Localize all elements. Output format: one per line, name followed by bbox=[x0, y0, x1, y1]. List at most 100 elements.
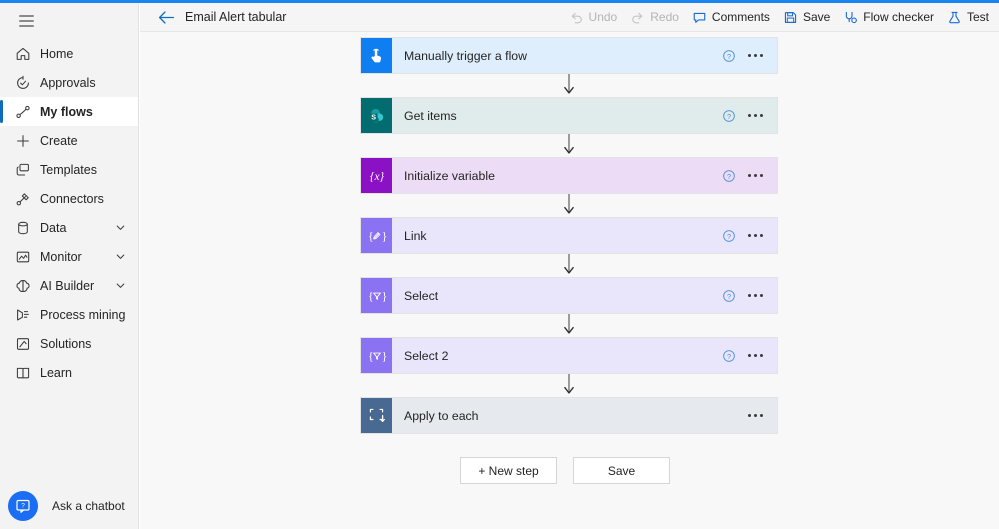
node-title: Select bbox=[404, 288, 439, 303]
sidebar-item-ai-builder[interactable]: AI Builder bbox=[0, 271, 138, 300]
chevron-down-icon bbox=[116, 225, 125, 230]
process-mining-icon bbox=[14, 306, 31, 323]
variable-icon: {x} bbox=[361, 158, 392, 193]
flow-node-select-2[interactable]: {} Select 2? bbox=[360, 337, 778, 374]
sharepoint-icon: S bbox=[369, 108, 383, 123]
svg-text:?: ? bbox=[21, 502, 25, 509]
node-body: Select? bbox=[392, 278, 777, 313]
node-title: Select 2 bbox=[404, 348, 449, 363]
help-icon[interactable]: ? bbox=[722, 49, 736, 63]
help-icon: ? bbox=[723, 289, 735, 302]
chatbot-icon: ? bbox=[8, 491, 38, 521]
svg-text:{: { bbox=[368, 290, 374, 302]
sidebar-item-process-mining[interactable]: Process mining bbox=[0, 300, 138, 329]
node-actions: ? bbox=[722, 349, 777, 363]
help-icon[interactable]: ? bbox=[722, 349, 736, 363]
command-toolbar: Email Alert tabular Undo Redo Comments Save… bbox=[140, 3, 999, 32]
svg-text:{: { bbox=[368, 350, 374, 362]
sidebar-item-templates[interactable]: Templates bbox=[0, 155, 138, 184]
help-icon[interactable]: ? bbox=[722, 229, 736, 243]
sidebar-item-approvals[interactable]: Approvals bbox=[0, 68, 138, 97]
flow-connector-arrow bbox=[564, 74, 574, 94]
flow-node-manually-trigger-a-flow[interactable]: Manually trigger a flow? bbox=[360, 37, 778, 74]
node-body: Initialize variable? bbox=[392, 158, 777, 193]
test-button[interactable]: Test bbox=[947, 10, 989, 25]
menu-toggle-button[interactable] bbox=[4, 8, 48, 34]
new-step-button[interactable]: + New step bbox=[460, 457, 557, 484]
ask-a-chatbot-button[interactable]: ? Ask a chatbot bbox=[8, 491, 125, 521]
node-actions: ? bbox=[722, 229, 777, 243]
sidebar-item-label: Solutions bbox=[40, 336, 92, 351]
power-automate-designer: Home Approvals My flows Create Templates Conn… bbox=[0, 0, 999, 529]
flow-node-initialize-variable[interactable]: {x} Initialize variable? bbox=[360, 157, 778, 194]
chevron-down-icon[interactable] bbox=[115, 251, 126, 262]
sidebar-item-label: Templates bbox=[40, 162, 97, 177]
svg-text:?: ? bbox=[727, 291, 731, 300]
node-menu-button[interactable] bbox=[748, 354, 763, 357]
help-icon: ? bbox=[723, 229, 735, 242]
database-icon bbox=[17, 221, 28, 234]
sidebar-item-my-flows[interactable]: My flows bbox=[0, 97, 138, 126]
sidebar-item-data[interactable]: Data bbox=[0, 213, 138, 242]
sidebar-item-label: Process mining bbox=[40, 307, 126, 322]
help-icon[interactable]: ? bbox=[722, 109, 736, 123]
chevron-down-icon[interactable] bbox=[115, 280, 126, 291]
command-label: Redo bbox=[650, 10, 679, 24]
node-menu-button[interactable] bbox=[748, 114, 763, 117]
node-menu-button[interactable] bbox=[748, 414, 763, 417]
save-button[interactable]: Save bbox=[573, 457, 670, 484]
svg-text:?: ? bbox=[727, 171, 731, 180]
comments-button[interactable]: Comments bbox=[692, 10, 770, 25]
manual-trigger-icon bbox=[371, 48, 382, 63]
process-mining-icon bbox=[16, 308, 29, 321]
node-actions: ? bbox=[722, 289, 777, 303]
sidebar-item-label: AI Builder bbox=[40, 278, 95, 293]
compose-icon: {} bbox=[368, 230, 387, 242]
test-flask-icon bbox=[947, 10, 962, 25]
sidebar-nav-list: Home Approvals My flows Create Templates Conn… bbox=[0, 39, 138, 387]
node-menu-button[interactable] bbox=[748, 234, 763, 237]
sidebar-item-label: Monitor bbox=[40, 249, 82, 264]
flow-node-get-items[interactable]: S Get items? bbox=[360, 97, 778, 134]
sidebar-item-solutions[interactable]: Solutions bbox=[0, 329, 138, 358]
flow-node-select[interactable]: {} Select? bbox=[360, 277, 778, 314]
chevron-down-icon bbox=[116, 254, 125, 259]
command-label: Undo bbox=[588, 10, 618, 24]
connectors-icon bbox=[16, 192, 29, 205]
chevron-down-icon[interactable] bbox=[115, 222, 126, 233]
flow-canvas[interactable]: Manually trigger a flow? S Get items? {x} In… bbox=[140, 32, 999, 529]
canvas-footer-buttons: + New step Save bbox=[460, 457, 670, 484]
node-menu-button[interactable] bbox=[748, 294, 763, 297]
select-icon: {} bbox=[368, 350, 387, 362]
comment-icon bbox=[692, 10, 707, 25]
help-icon[interactable]: ? bbox=[722, 169, 736, 183]
command-label: Save bbox=[802, 10, 831, 24]
flow-checker-button[interactable]: Flow checker bbox=[843, 10, 934, 25]
flow-node-apply-to-each[interactable]: Apply to each bbox=[360, 397, 778, 434]
select-icon: {} bbox=[361, 338, 392, 373]
sidebar-item-learn[interactable]: Learn bbox=[0, 358, 138, 387]
sidebar-item-create[interactable]: Create bbox=[0, 126, 138, 155]
my-flows-icon bbox=[14, 103, 31, 120]
home-icon bbox=[16, 47, 29, 60]
svg-text:?: ? bbox=[727, 111, 731, 120]
page-title: Email Alert tabular bbox=[185, 10, 287, 24]
back-button[interactable] bbox=[153, 4, 179, 30]
flow-checker-icon bbox=[846, 11, 858, 23]
flow-connector-arrow bbox=[564, 254, 574, 274]
node-actions: ? bbox=[722, 169, 777, 183]
flow-connector-arrow bbox=[564, 134, 574, 154]
hamburger-icon-line bbox=[18, 15, 34, 17]
node-menu-button[interactable] bbox=[748, 54, 763, 57]
node-menu-button[interactable] bbox=[748, 174, 763, 177]
save-button[interactable]: Save bbox=[783, 10, 830, 25]
sidebar-item-home[interactable]: Home bbox=[0, 39, 138, 68]
redo-icon bbox=[632, 12, 643, 23]
flow-node-link[interactable]: {} Link? bbox=[360, 217, 778, 254]
arrow-left-icon bbox=[158, 10, 174, 24]
sidebar-item-monitor[interactable]: Monitor bbox=[0, 242, 138, 271]
flow-connector bbox=[360, 134, 778, 157]
sidebar-item-connectors[interactable]: Connectors bbox=[0, 184, 138, 213]
help-icon[interactable]: ? bbox=[722, 289, 736, 303]
svg-text:}: } bbox=[381, 350, 387, 362]
